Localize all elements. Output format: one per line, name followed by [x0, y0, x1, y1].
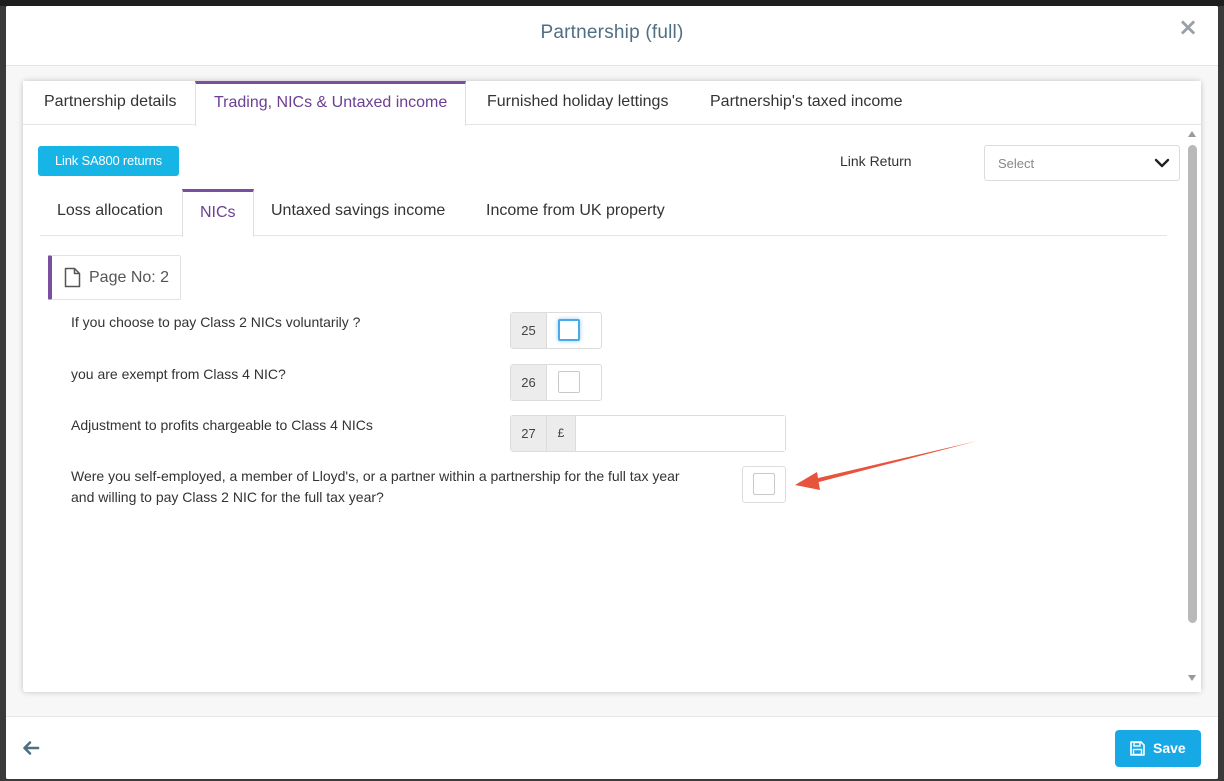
box-25-group: 25: [510, 312, 602, 349]
question-label-full-year-class2: Were you self-employed, a member of Lloy…: [71, 468, 680, 505]
save-button[interactable]: Save: [1115, 730, 1201, 767]
subtab-untaxed-savings-income[interactable]: Untaxed savings income: [254, 189, 462, 236]
tab-content: Link SA800 returns Link Return Select Lo…: [23, 125, 1183, 692]
box-number-25: 25: [511, 313, 547, 348]
save-button-label: Save: [1153, 740, 1186, 756]
link-return-select-value: Select: [998, 156, 1035, 171]
scroll-down-icon[interactable]: [1187, 674, 1197, 682]
box-26-group: 26: [510, 364, 602, 401]
sub-tab-bar: Loss allocation NICs Untaxed savings inc…: [40, 189, 1167, 237]
document-icon: [64, 267, 81, 288]
currency-symbol: £: [547, 416, 576, 451]
modal-body: Partnership details Trading, NICs & Unta…: [6, 66, 1218, 716]
tab-furnished-holiday-lettings[interactable]: Furnished holiday lettings: [469, 81, 686, 125]
class4-adjustment-input[interactable]: [576, 416, 785, 451]
subtab-income-from-uk-property[interactable]: Income from UK property: [469, 189, 682, 236]
partnership-modal: Partnership (full) × Partnership details…: [6, 6, 1218, 779]
floppy-disk-icon: [1130, 741, 1145, 756]
vertical-scrollbar[interactable]: [1183, 125, 1201, 692]
voluntary-class2-checkbox[interactable]: [558, 319, 580, 341]
link-return-select[interactable]: Select: [984, 145, 1180, 181]
box-number-27: 27: [511, 416, 547, 451]
modal-title: Partnership (full): [540, 22, 684, 43]
box-27-group: 27 £: [510, 415, 786, 452]
link-sa800-returns-button[interactable]: Link SA800 returns: [38, 146, 179, 176]
top-tab-bar: Partnership details Trading, NICs & Unta…: [23, 81, 1201, 126]
scrollbar-thumb[interactable]: [1188, 145, 1197, 623]
question-label-27: Adjustment to profits chargeable to Clas…: [71, 417, 373, 433]
content-panel: Partnership details Trading, NICs & Unta…: [23, 81, 1201, 692]
full-year-class2-group: [742, 466, 786, 503]
chevron-down-icon: [1154, 158, 1170, 168]
modal-header: Partnership (full) ×: [6, 6, 1218, 66]
arrow-left-icon[interactable]: [22, 739, 40, 757]
class4-exempt-checkbox[interactable]: [558, 371, 580, 393]
page-number-indicator: Page No: 2: [48, 255, 181, 300]
question-label-26: you are exempt from Class 4 NIC?: [71, 366, 286, 382]
box-number-26: 26: [511, 365, 547, 400]
tab-partnerships-taxed-income[interactable]: Partnership's taxed income: [692, 81, 920, 125]
modal-footer: Save: [6, 716, 1218, 779]
tab-partnership-details[interactable]: Partnership details: [26, 81, 195, 125]
full-year-class2-checkbox[interactable]: [753, 473, 775, 495]
link-return-label: Link Return: [840, 153, 912, 169]
subtab-loss-allocation[interactable]: Loss allocation: [40, 189, 180, 236]
page-number-label: Page No: 2: [89, 269, 170, 286]
scroll-up-icon[interactable]: [1187, 130, 1197, 138]
subtab-nics[interactable]: NICs: [182, 189, 254, 237]
close-icon[interactable]: ×: [1176, 15, 1200, 39]
question-label-25: If you choose to pay Class 2 NICs volunt…: [71, 314, 361, 330]
tab-trading-nics-untaxed-income[interactable]: Trading, NICs & Untaxed income: [195, 81, 467, 126]
